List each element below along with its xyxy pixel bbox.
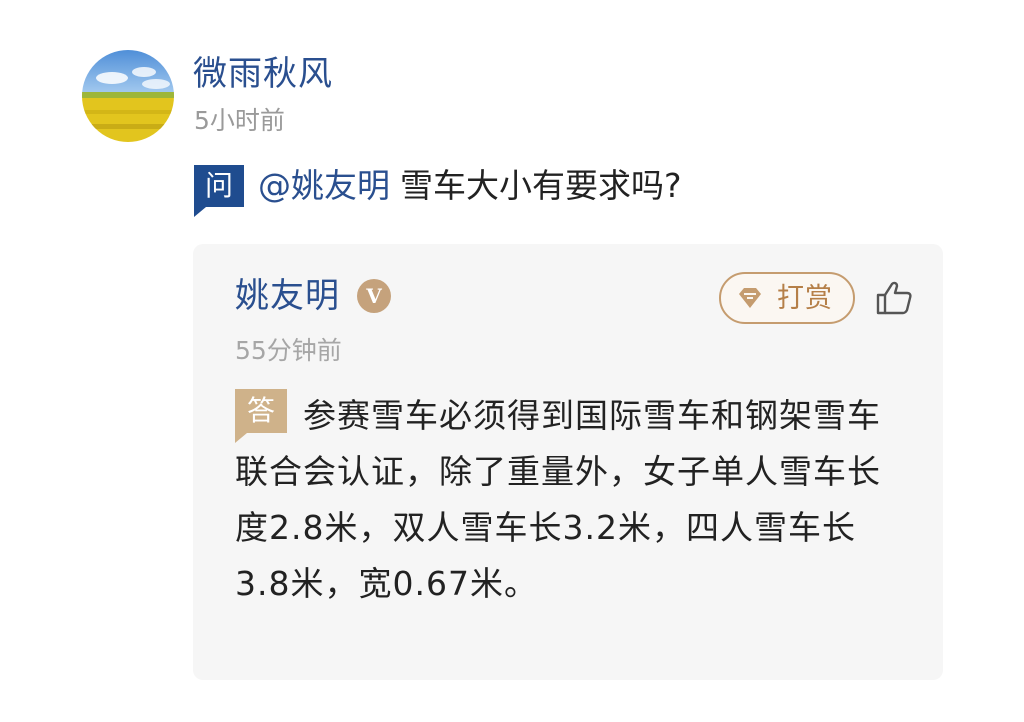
question-line: @姚友明 雪车大小有要求吗?	[258, 163, 682, 209]
verified-badge-icon: V	[357, 279, 391, 313]
answerer-name[interactable]: 姚友明	[235, 274, 340, 318]
question-text: 雪车大小有要求吗?	[400, 166, 682, 205]
asker-timestamp: 5小时前	[194, 106, 285, 135]
answer-card: 姚友明 V 打赏 55分钟前 答 参赛雪车必须得到国际雪车和钢架雪车联合会认证，…	[193, 244, 943, 680]
diamond-icon	[739, 288, 761, 308]
avatar-image	[82, 50, 174, 142]
answer-timestamp: 55分钟前	[235, 336, 342, 365]
tip-button[interactable]: 打赏	[719, 272, 855, 324]
tip-button-label: 打赏	[777, 283, 833, 314]
qa-page: 微雨秋风 5小时前 问 @姚友明 雪车大小有要求吗? 姚友明 V 打赏 55分钟前…	[0, 0, 1024, 722]
mention-link[interactable]: @姚友明	[258, 166, 390, 205]
asker-name[interactable]: 微雨秋风	[193, 52, 333, 96]
answer-text: 参赛雪车必须得到国际雪车和钢架雪车联合会认证，除了重量外，女子单人雪车长度2.8…	[235, 396, 881, 603]
asker-avatar[interactable]	[82, 50, 174, 142]
question-badge-label: 问	[194, 165, 244, 207]
question-badge: 问	[194, 165, 244, 217]
thumbs-up-icon[interactable]	[875, 280, 913, 316]
question-badge-tail	[194, 207, 206, 217]
